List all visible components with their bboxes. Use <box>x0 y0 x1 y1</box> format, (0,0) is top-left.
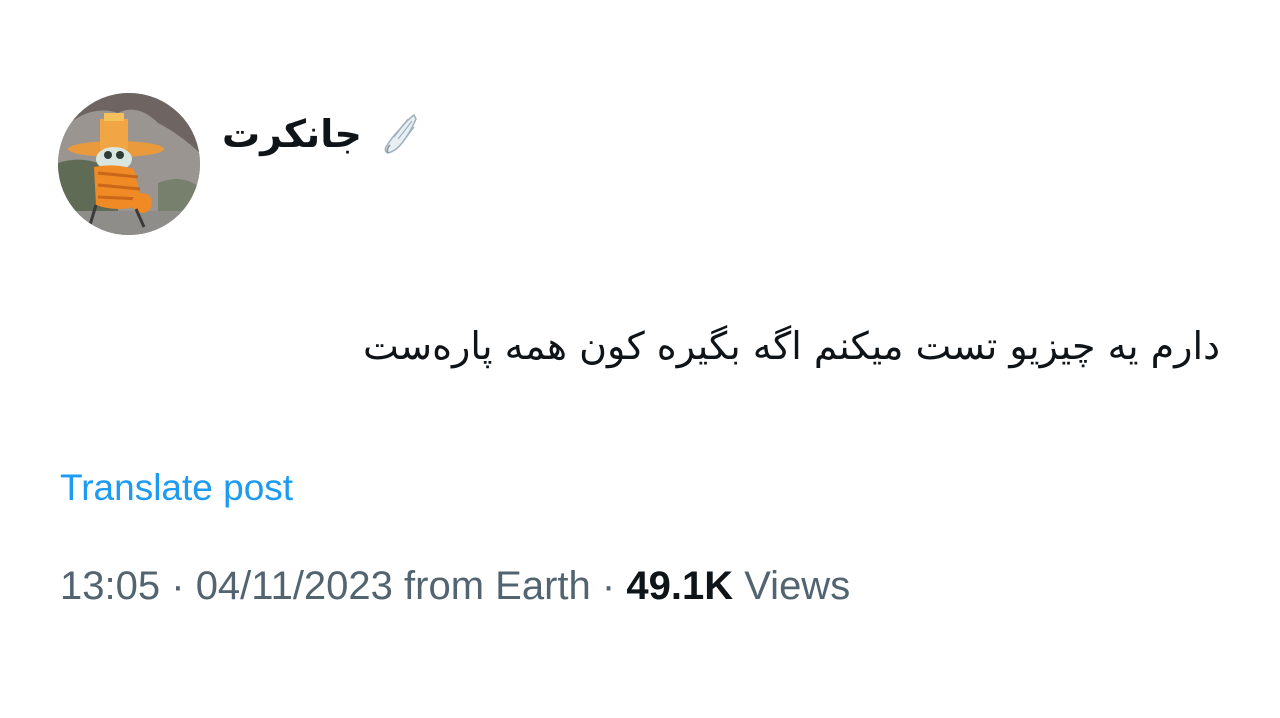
views-label: Views <box>744 564 851 608</box>
avatar[interactable] <box>58 93 200 235</box>
avatar-image <box>58 93 200 235</box>
author-display-name[interactable]: جانکرت <box>222 115 362 153</box>
meta-separator: · <box>171 564 185 608</box>
tweet-card: جانکرت دارم یه چیزیو تست میکنم اگه بگیره… <box>0 0 1280 718</box>
meta-separator: · <box>601 564 616 608</box>
translate-post-link[interactable]: Translate post <box>60 466 293 510</box>
post-text: دارم یه چیزیو تست میکنم اگه بگیره کون هم… <box>362 324 1220 368</box>
post-date[interactable]: 04/11/2023 <box>196 564 393 608</box>
post-metadata: 13:05 · 04/11/2023 from Earth · 49.1K Vi… <box>60 562 850 610</box>
post-time[interactable]: 13:05 <box>60 564 160 608</box>
views-count[interactable]: 49.1K <box>626 564 733 608</box>
post-source: from Earth <box>404 564 591 608</box>
author-row: جانکرت <box>222 104 420 164</box>
wing-icon <box>376 111 420 157</box>
